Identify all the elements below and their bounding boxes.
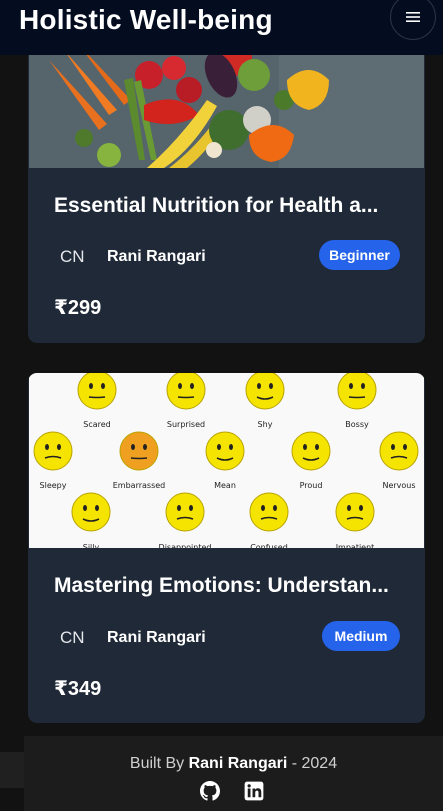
site-title[interactable]: Holistic Well-being xyxy=(19,4,273,36)
emotion-face-icon xyxy=(335,492,375,532)
footer-credit: Built By Rani Rangari - 2024 xyxy=(24,755,443,773)
emotion-label: Proud xyxy=(299,481,323,490)
top-navbar: Holistic Well-being xyxy=(0,0,443,55)
emotion-label: Disappointed xyxy=(158,543,212,548)
emotion-face-icon xyxy=(165,492,205,532)
emotion-label: Silly xyxy=(82,543,100,548)
footer-author: Rani Rangari xyxy=(188,755,288,772)
emotion-label: Nervous xyxy=(382,481,416,490)
emotion-face-icon xyxy=(379,431,419,471)
emotion-face-icon xyxy=(33,431,73,471)
course-title[interactable]: Essential Nutrition for Health a... xyxy=(54,194,402,218)
emotion-face-icon xyxy=(205,431,245,471)
emotion-face-icon xyxy=(291,431,331,471)
author-avatar: CN xyxy=(60,628,85,647)
emotion-face-icon xyxy=(166,373,206,410)
emotion-label: Shy xyxy=(257,420,273,429)
emotion-label: Scared xyxy=(83,420,111,429)
emotion-label: Mean xyxy=(214,481,236,490)
course-title[interactable]: Mastering Emotions: Understan... xyxy=(54,574,402,598)
page: Holistic Well-being Essential Nutrition … xyxy=(0,0,443,811)
emotion-face-icon xyxy=(245,373,285,410)
author-name: Rani Rangari xyxy=(107,629,206,646)
emotion-face-icon xyxy=(337,373,377,410)
emotion-label: Confused xyxy=(250,543,288,548)
footer-year: - 2024 xyxy=(291,755,338,772)
emotion-label: Bossy xyxy=(345,420,369,429)
footer-edge xyxy=(0,752,24,788)
menu-button[interactable] xyxy=(390,0,436,40)
emotion-face-icon xyxy=(119,431,159,471)
course-card[interactable]: Scared Surprised Shy Bossy Sleepy Embarrassed… xyxy=(28,373,425,723)
emotion-label: Impatient xyxy=(335,543,375,548)
author-name: Rani Rangari xyxy=(107,248,206,265)
emotion-label: Surprised xyxy=(166,420,206,429)
course-card[interactable]: Essential Nutrition for Health a... CN R… xyxy=(28,20,425,343)
emotion-face-icon xyxy=(71,492,111,532)
course-price: ₹349 xyxy=(54,678,102,700)
emotion-face-icon xyxy=(249,492,289,532)
emotion-label: Sleepy xyxy=(39,481,67,490)
linkedin-icon[interactable] xyxy=(244,781,264,801)
level-badge: Beginner xyxy=(319,240,400,270)
hamburger-menu-icon xyxy=(406,12,420,22)
course-price: ₹299 xyxy=(54,297,102,319)
level-badge: Medium xyxy=(322,621,400,651)
author-avatar: CN xyxy=(60,247,85,266)
footer-prefix: Built By xyxy=(129,755,185,772)
emotion-face-icon xyxy=(77,373,117,410)
course-thumbnail-emotions[interactable]: Scared Surprised Shy Bossy Sleepy Embarrassed… xyxy=(29,373,424,548)
emotion-label: Embarrassed xyxy=(112,481,166,490)
footer: Built By Rani Rangari - 2024 xyxy=(24,736,443,811)
github-icon[interactable] xyxy=(200,781,220,801)
